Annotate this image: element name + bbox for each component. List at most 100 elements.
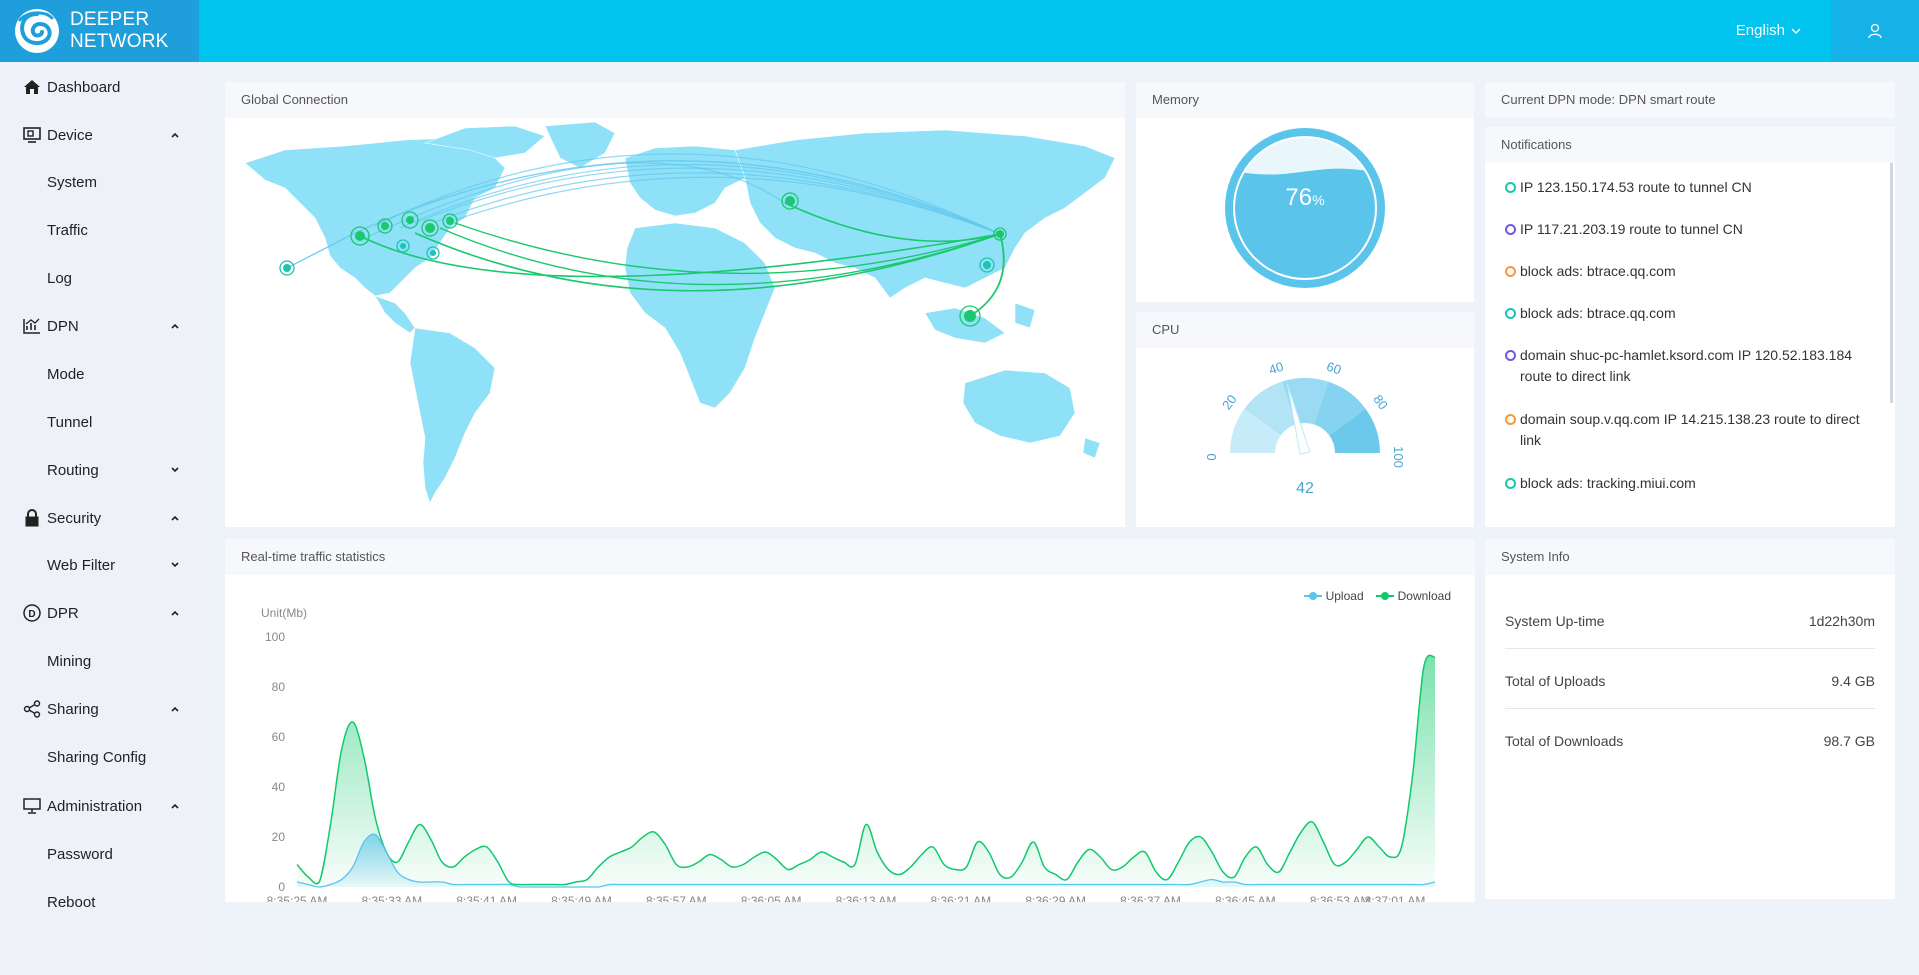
card-title: Global Connection — [225, 82, 1125, 118]
traffic-card: Real-time traffic statistics Upload Down… — [225, 539, 1475, 902]
brand-line-2: NETWORK — [70, 31, 169, 52]
notification-status-icon — [1505, 266, 1516, 277]
sidebar-item-label: Tunnel — [47, 413, 93, 431]
memory-value: 76 — [1285, 184, 1313, 211]
notification-status-icon — [1505, 182, 1516, 193]
dpr-coin-icon: D — [22, 603, 42, 623]
cpu-tick-label: 0 — [1204, 453, 1219, 460]
sidebar-item-routing[interactable]: Routing — [0, 450, 199, 490]
brand-line-1: DEEPER — [70, 9, 150, 30]
sidebar-item-label: Sharing — [47, 700, 99, 718]
x-tick-label: 8:36:21 AM — [930, 894, 991, 902]
sidebar-item-device[interactable]: Device — [0, 115, 199, 155]
cpu-tick-label: 40 — [1267, 359, 1285, 378]
x-tick-label: 8:35:25 AM — [267, 894, 328, 902]
sidebar-item-dashboard[interactable]: Dashboard — [0, 67, 199, 107]
y-tick-label: 20 — [272, 830, 286, 844]
cpu-gauge: 0 20 40 60 80 100 42 — [1204, 359, 1406, 497]
notification-item: domain soup.v.qq.com IP 14.215.138.23 ro… — [1505, 409, 1875, 451]
notifications-card: Notifications IP 123.150.174.53 route to… — [1485, 127, 1895, 527]
x-tick-label: 8:35:57 AM — [646, 894, 707, 902]
sidebar-item-label: DPR — [47, 604, 79, 622]
sidebar-item-traffic[interactable]: Traffic — [0, 210, 199, 250]
sidebar-nav: Dashboard Device System Traffic Log DPN … — [0, 62, 199, 975]
language-label: English — [1735, 22, 1785, 39]
notification-text: IP 117.21.203.19 route to tunnel CN — [1520, 221, 1743, 237]
system-uptime-row: System Up-time 1d22h30m — [1505, 589, 1875, 649]
sidebar-item-label: Sharing Config — [47, 748, 147, 766]
notification-item: IP 123.150.174.53 route to tunnel CN — [1505, 177, 1875, 198]
chart-icon — [22, 316, 42, 336]
sidebar-item-label: Mode — [47, 365, 85, 383]
traffic-chart: Unit(Mb) 0 20 40 60 80 100 8:35:25 AM 8:35:33 … — [261, 606, 1436, 902]
info-key: System Up-time — [1505, 613, 1605, 629]
y-tick-label: 100 — [265, 630, 285, 644]
x-tick-label: 8:36:05 AM — [741, 894, 802, 902]
world-map — [244, 121, 1116, 504]
chevron-up-icon — [171, 132, 179, 138]
total-downloads-row: Total of Downloads 98.7 GB — [1505, 709, 1875, 769]
memory-value-label: 76% — [1136, 184, 1474, 212]
x-tick-label: 8:36:37 AM — [1120, 894, 1181, 902]
monitor-icon — [22, 796, 42, 816]
sidebar-item-reboot[interactable]: Reboot — [0, 882, 199, 922]
notification-text: block ads: btrace.qq.com — [1520, 305, 1676, 321]
sidebar-item-label: Reboot — [47, 893, 96, 911]
sidebar-item-security[interactable]: Security — [0, 498, 199, 538]
home-icon — [22, 77, 42, 97]
sidebar-item-dpn[interactable]: DPN — [0, 306, 199, 346]
notification-text: block ads: btrace.qq.com — [1520, 263, 1676, 279]
x-tick-label: 8:36:53 AM — [1310, 894, 1371, 902]
lock-icon — [22, 508, 42, 528]
sidebar-item-mining[interactable]: Mining — [0, 641, 199, 681]
sidebar-item-label: Device — [47, 126, 93, 144]
sidebar-item-web-filter[interactable]: Web Filter — [0, 545, 199, 585]
language-selector[interactable]: English — [1736, 0, 1801, 62]
chevron-up-icon — [171, 610, 179, 616]
sidebar-item-sharing-config[interactable]: Sharing Config — [0, 737, 199, 777]
share-icon — [22, 699, 42, 719]
sidebar-item-label: Administration — [47, 797, 143, 815]
y-tick-label: 60 — [272, 730, 286, 744]
brand-logo[interactable]: DEEPER NETWORK — [0, 0, 199, 62]
sidebar-item-sharing[interactable]: Sharing — [0, 689, 199, 729]
traffic-unit-label: Unit(Mb) — [261, 606, 307, 620]
x-tick-label: 8:36:29 AM — [1025, 894, 1086, 902]
sidebar-item-tunnel[interactable]: Tunnel — [0, 402, 199, 442]
notification-item: block ads: btrace.qq.com — [1505, 303, 1875, 324]
device-icon — [22, 125, 42, 145]
chevron-up-icon — [171, 706, 179, 712]
info-value: 9.4 GB — [1831, 673, 1875, 689]
top-header: DEEPER NETWORK English — [0, 0, 1919, 62]
sidebar-item-password[interactable]: Password — [0, 834, 199, 874]
continents — [244, 121, 1116, 504]
user-menu-button[interactable] — [1831, 0, 1919, 62]
sidebar-item-label: Dashboard — [47, 78, 121, 96]
notification-text: block ads: tracking.miui.com — [1520, 475, 1696, 491]
sidebar-item-dpr[interactable]: D DPR — [0, 593, 199, 633]
cpu-card: CPU 0 20 40 60 80 100 42 — [1136, 312, 1474, 527]
card-title: CPU — [1136, 312, 1474, 348]
cpu-value: 42 — [1296, 480, 1314, 497]
sidebar-item-system[interactable]: System — [0, 162, 199, 202]
notification-item: block ads: btrace.qq.com — [1505, 261, 1875, 282]
memory-card: Memory 76% — [1136, 82, 1474, 302]
brand-name: DEEPER NETWORK — [70, 9, 169, 53]
chevron-up-icon — [171, 803, 179, 809]
sidebar-item-log[interactable]: Log — [0, 258, 199, 298]
sidebar-item-administration[interactable]: Administration — [0, 786, 199, 826]
notifications-scrollbar[interactable] — [1890, 163, 1893, 403]
notification-item: block ads: tracking.miui.com — [1505, 473, 1875, 494]
sidebar-item-mode[interactable]: Mode — [0, 354, 199, 394]
user-icon — [1868, 23, 1882, 39]
notification-status-icon — [1505, 224, 1516, 235]
x-tick-label: 8:35:41 AM — [456, 894, 517, 902]
sidebar-item-label: System — [47, 173, 98, 191]
notification-item: domain shuc-pc-hamlet.ksord.com IP 120.5… — [1505, 345, 1875, 387]
x-tick-label: 8:37:01 AM — [1365, 894, 1426, 902]
chevron-up-icon — [171, 323, 179, 329]
sidebar-item-label: Traffic — [47, 221, 88, 239]
card-title: Real-time traffic statistics — [225, 539, 1475, 575]
info-value: 1d22h30m — [1808, 613, 1875, 629]
notification-status-icon — [1505, 350, 1516, 361]
